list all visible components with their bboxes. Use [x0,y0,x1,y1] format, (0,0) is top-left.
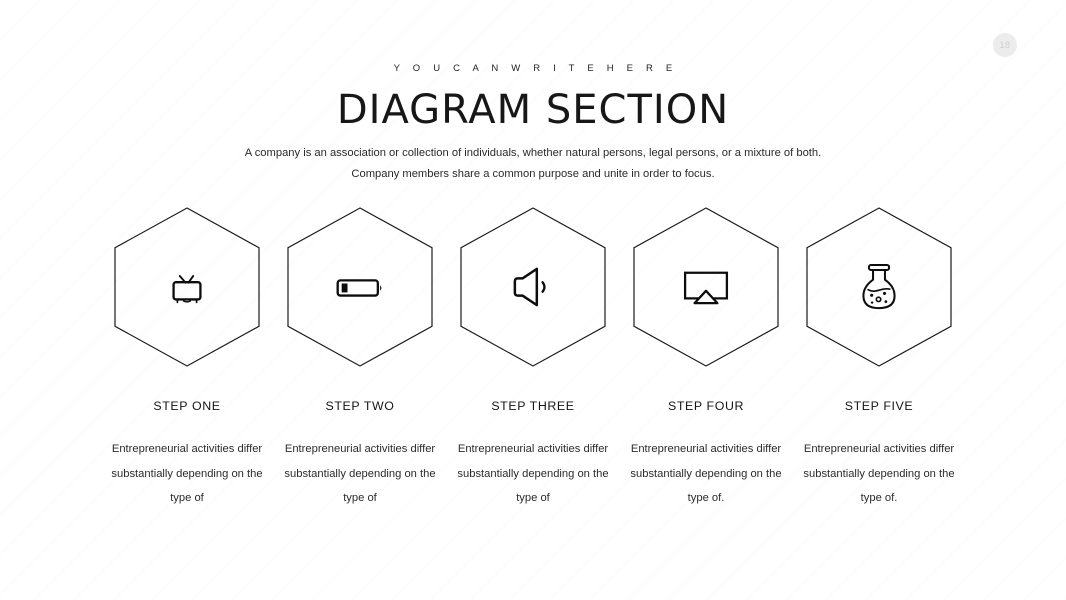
step-text-four: STEP FOUR Entrepreneurial activities dif… [620,398,793,511]
airplay-screen-icon [680,261,732,313]
hexagon-four[interactable] [633,207,779,367]
step-item-two[interactable] [274,207,447,367]
hexagon-three[interactable] [460,207,606,367]
hexagon-row [0,207,1066,367]
step-body-five: Entrepreneurial activities differ substa… [803,443,955,505]
eyebrow-text: Y O U C A N W R I T E H E R E [393,63,678,74]
step-title-one: STEP ONE [153,399,221,413]
hexagon-two[interactable] [287,207,433,367]
step-text-two: STEP TWO Entrepreneurial activities diff… [274,398,447,511]
step-labels-row: STEP ONE Entrepreneurial activities diff… [0,398,1066,511]
speaker-volume-icon [507,261,559,313]
step-title-two: STEP TWO [325,399,395,413]
subtitle-line-1: A company is an association or collectio… [244,147,822,159]
battery-low-icon [334,261,386,313]
hexagon-five[interactable] [806,207,952,367]
step-title-five: STEP FIVE [844,399,914,413]
slide-header: Y O U C A N W R I T E H E R E DIAGRAM SE… [0,62,1066,185]
step-body-four: Entrepreneurial activities differ substa… [630,443,782,505]
slide-canvas: 18 Y O U C A N W R I T E H E R E DIAGRAM… [0,0,1066,600]
subtitle-line-2: Company members share a common purpose a… [351,168,715,180]
step-text-three: STEP THREE Entrepreneurial activities di… [447,398,620,511]
step-body-one: Entrepreneurial activities differ substa… [111,443,263,505]
television-icon [161,261,213,313]
subtitle-block: A company is an association or collectio… [0,143,1066,185]
step-title-four: STEP FOUR [667,399,745,413]
step-item-three[interactable] [447,207,620,367]
step-text-five: STEP FIVE Entrepreneurial activities dif… [793,398,966,511]
page-title: DIAGRAM SECTION [336,87,730,133]
step-title-three: STEP THREE [491,399,575,413]
step-body-two: Entrepreneurial activities differ substa… [284,443,436,505]
step-item-five[interactable] [793,207,966,367]
step-item-four[interactable] [620,207,793,367]
lab-flask-icon [853,261,905,313]
step-text-one: STEP ONE Entrepreneurial activities diff… [101,398,274,511]
step-item-one[interactable] [101,207,274,367]
hexagon-one[interactable] [114,207,260,367]
page-number-badge: 18 [993,33,1017,57]
step-body-three: Entrepreneurial activities differ substa… [457,443,609,505]
